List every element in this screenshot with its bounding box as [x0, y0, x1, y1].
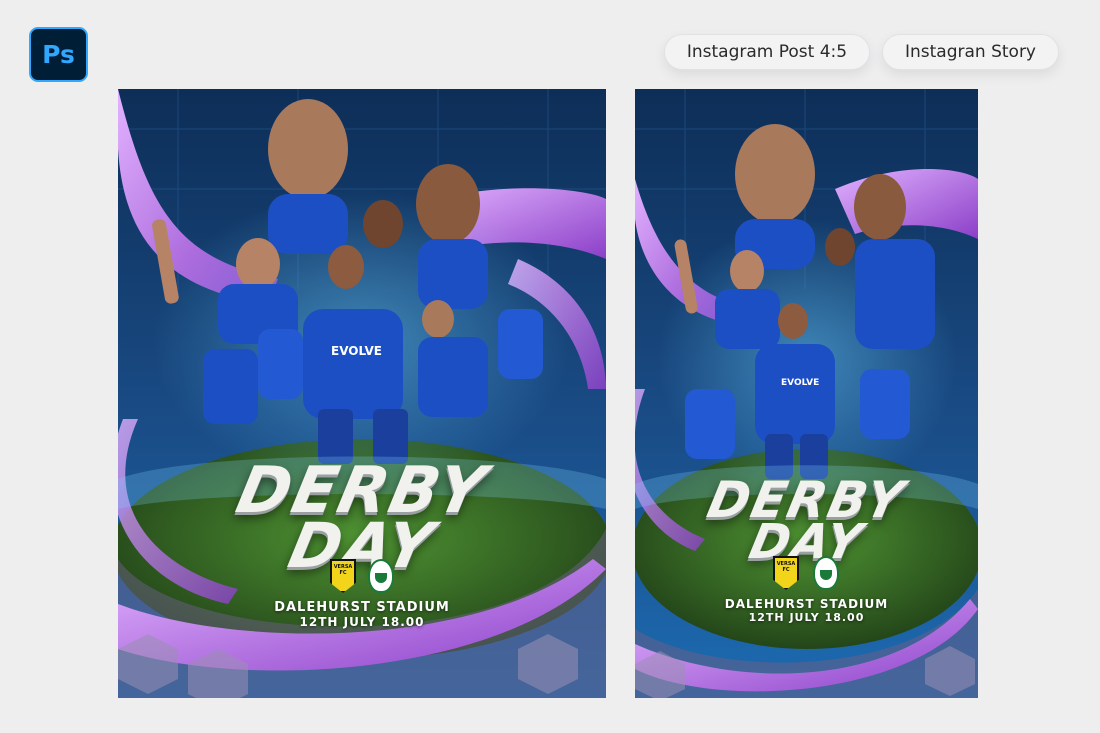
home-crest-text: VERSA FC — [776, 561, 796, 573]
photoshop-app-icon: Ps — [29, 27, 88, 82]
away-team-crest — [813, 556, 839, 590]
poster-venue: DALEHURST STADIUM — [274, 600, 450, 615]
poster-title-line2: DAY — [282, 509, 442, 582]
kit-sponsor-text: EVOLVE — [331, 344, 382, 358]
poster-story-preview: EVOLVE DERBY DAY VERSA FC DALEHURST STAD… — [635, 89, 978, 698]
away-team-crest — [368, 559, 394, 593]
kit-sponsor-text: EVOLVE — [781, 378, 820, 388]
poster-venue: DALEHURST STADIUM — [724, 597, 889, 611]
instagram-post-button[interactable]: Instagram Post 4:5 — [664, 34, 870, 70]
home-crest-text: VERSA FC — [333, 564, 353, 576]
instagram-story-button[interactable]: Instagran Story — [882, 34, 1059, 70]
poster-title-line2: DAY — [744, 514, 869, 570]
poster-date-time: 12TH JULY 18.00 — [748, 611, 865, 624]
poster-date-time: 12TH JULY 18.00 — [299, 615, 425, 629]
poster-post-preview: EVOLVE DERBY DAY VERSA FC DALEHURST STAD… — [118, 89, 606, 698]
